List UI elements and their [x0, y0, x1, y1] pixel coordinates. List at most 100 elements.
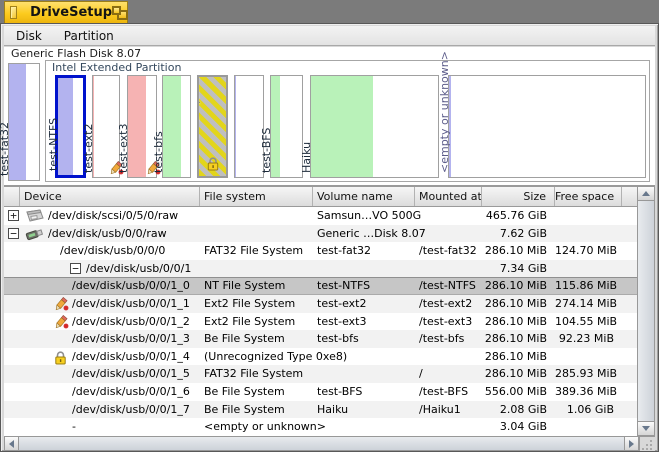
partition-map: Generic Flash Disk 8.07 Intel Extended P…	[4, 47, 655, 186]
vertical-scroll-track[interactable]	[638, 201, 654, 421]
table-row[interactable]: /dev/disk/usb/0/0/1_1Ext2 File Systemtes…	[4, 295, 637, 313]
vertical-scroll-thumb[interactable]	[638, 201, 654, 421]
table-row[interactable]: /dev/disk/usb/0/0/1_0 NT File Systemtest-…	[4, 277, 637, 295]
close-button[interactable]	[10, 6, 17, 19]
expand-toggle[interactable]: +	[8, 210, 19, 221]
device-path: /dev/disk/scsi/0/5/0/raw	[48, 207, 178, 225]
column-header-file-system[interactable]: File system	[200, 187, 313, 206]
scroll-left-button[interactable]	[5, 437, 19, 450]
file-system: Be File System	[200, 330, 313, 348]
column-header-size[interactable]: Size	[482, 187, 555, 206]
menu-bar: DiskPartition	[4, 26, 655, 46]
scroll-down-button[interactable]	[638, 421, 654, 435]
volume-name: test-NTFS	[313, 277, 415, 295]
column-header-mounted-at[interactable]: Mounted at	[415, 187, 482, 206]
device-cell: /dev/disk/usb/0/0/1_3	[20, 330, 200, 348]
free-space-value: 285.93 MiB	[555, 365, 622, 383]
scroll-up-button[interactable]	[638, 187, 654, 201]
device-path: /dev/disk/usb/0/0/1_5	[72, 365, 190, 383]
list-header: DeviceFile systemVolume nameMounted atSi…	[4, 186, 637, 207]
window-tab[interactable]: DriveSetup	[4, 1, 128, 23]
table-row[interactable]: +/dev/disk/scsi/0/5/0/rawSamsun…VO 500G4…	[4, 207, 637, 225]
partition-bar-label: test-BFS	[260, 128, 273, 173]
column-header-volume-name[interactable]: Volume name	[313, 187, 415, 206]
partition-bar-empty-or-unknown[interactable]: <empty or unknown>	[448, 75, 646, 178]
arrow-right-icon	[629, 440, 634, 448]
resize-grip[interactable]	[639, 436, 655, 451]
zoom-icon	[112, 6, 121, 15]
free-space-value: 115.86 MiB	[555, 277, 622, 295]
partition-bar-partition-24-luks-enc[interactable]: Partition 24 (LUKS enc…	[197, 75, 228, 178]
expand-toggle[interactable]: −	[8, 228, 19, 239]
device-path: /dev/disk/usb/0/0/1_0	[72, 277, 190, 295]
file-system: <empty or unknown>	[200, 418, 313, 436]
partition-bar-test-ext2[interactable]: test-ext2	[92, 75, 120, 178]
partition-used-fill	[128, 76, 146, 177]
table-row[interactable]: /dev/disk/usb/0/0/0FAT32 File Systemtest…	[4, 242, 637, 260]
disk-label: Generic Flash Disk 8.07	[11, 47, 141, 60]
menu-item-partition[interactable]: Partition	[54, 27, 124, 45]
horizontal-scroll-track[interactable]	[19, 437, 624, 450]
table-row[interactable]: /dev/disk/usb/0/0/1_7Be File SystemHaiku…	[4, 401, 637, 419]
device-cell: /dev/disk/usb/0/0/1_7	[20, 401, 200, 419]
partition-bar-test-bfs[interactable]: test-bfs	[162, 75, 191, 178]
table-row[interactable]: /dev/disk/usb/0/0/1_3Be File Systemtest-…	[4, 330, 637, 348]
vertical-scrollbar[interactable]	[637, 186, 655, 436]
volume-name	[313, 260, 415, 278]
table-row[interactable]: -<empty or unknown>3.04 GiB	[4, 418, 637, 436]
size-value: 286.10 MiB	[482, 365, 555, 383]
mount-point	[415, 418, 482, 436]
device-cell: /dev/disk/usb/0/0/1_0	[20, 277, 200, 295]
list-rows: +/dev/disk/scsi/0/5/0/rawSamsun…VO 500G4…	[4, 207, 637, 436]
table-row[interactable]: /dev/disk/usb/0/0/1_2Ext2 File Systemtes…	[4, 313, 637, 331]
column-header-stub	[622, 187, 637, 206]
expand-cell	[4, 365, 20, 383]
horizontal-scrollbar[interactable]	[4, 436, 639, 451]
horizontal-scroll-thumb[interactable]	[19, 437, 624, 450]
partition-bar-label: test-NTFS	[47, 118, 60, 171]
zoom-button[interactable]	[112, 6, 120, 20]
partition-used-fill	[58, 78, 73, 175]
table-row[interactable]: /dev/disk/usb/0/0/1_6Be File Systemtest-…	[4, 383, 637, 401]
expand-toggle[interactable]: −	[70, 263, 81, 274]
partition-bar-haiku[interactable]: Haiku	[310, 75, 439, 178]
expand-cell: −	[4, 225, 20, 243]
mount-point: /	[415, 365, 482, 383]
mount-point: /test-NTFS	[415, 277, 482, 295]
expand-cell	[4, 383, 20, 401]
expand-cell	[4, 348, 20, 366]
expand-cell	[4, 313, 20, 331]
size-value: 286.10 MiB	[482, 348, 555, 366]
expand-cell	[4, 242, 20, 260]
device-cell: /dev/disk/scsi/0/5/0/raw	[20, 207, 200, 225]
device-path: /dev/disk/usb/0/0/1_1	[72, 295, 190, 313]
device-path: /dev/disk/usb/0/0/1_7	[72, 401, 190, 419]
device-cell: /dev/disk/usb/0/0/1_4	[20, 348, 200, 366]
column-header-free-space[interactable]: Free space	[555, 187, 622, 206]
menu-item-disk[interactable]: Disk	[6, 27, 52, 45]
partition-bar-label: test-ext3	[117, 124, 130, 174]
column-header-device[interactable]: Device	[20, 187, 200, 206]
scroll-right-button[interactable]	[624, 437, 638, 450]
expand-cell	[4, 295, 20, 313]
partition-bar-test-bfs[interactable]: test-BFS	[270, 75, 303, 178]
expand-cell	[4, 401, 20, 419]
drivesetup-window: DiskPartition Generic Flash Disk 8.07 In…	[0, 23, 659, 452]
file-system: NT File System	[200, 277, 313, 295]
file-system: FAT32 File System	[200, 242, 313, 260]
table-row[interactable]: /dev/disk/usb/0/0/1_4(Unrecognized Type …	[4, 348, 637, 366]
expand-cell: +	[4, 207, 20, 225]
device-cell: -	[20, 418, 200, 436]
file-system: FAT32 File System	[200, 365, 313, 383]
volume-name: Haiku	[313, 401, 415, 419]
volume-name: Generic …Disk 8.07	[313, 225, 415, 243]
table-row[interactable]: −/dev/disk/usb/0/0/17.34 GiB	[4, 260, 637, 278]
device-cell: /dev/disk/usb/0/0/1_6	[20, 383, 200, 401]
table-row[interactable]: /dev/disk/usb/0/0/1_5FAT32 File System/2…	[4, 365, 637, 383]
file-system: Ext2 File System	[200, 313, 313, 331]
table-row[interactable]: −/dev/disk/usb/0/0/rawGeneric …Disk 8.07…	[4, 225, 637, 243]
device-path: -	[72, 418, 76, 436]
column-header-unnamed[interactable]	[4, 187, 20, 206]
partition-bar-test-fat32[interactable]: test-fat32	[8, 63, 40, 181]
extended-partition-box[interactable]: Intel Extended Partition test-NTFStest-e…	[45, 60, 650, 182]
